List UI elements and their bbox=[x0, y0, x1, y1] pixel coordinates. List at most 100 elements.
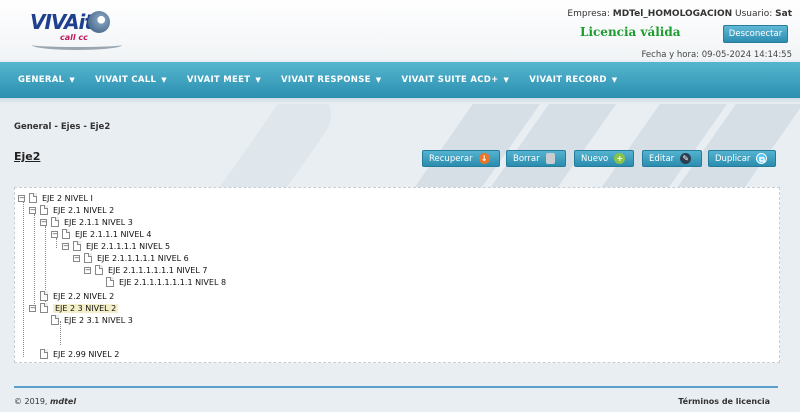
borrar-label: Borrar bbox=[513, 153, 540, 164]
edit-icon: ✎ bbox=[680, 153, 692, 164]
collapse-toggle-icon[interactable]: − bbox=[29, 206, 36, 214]
caret-down-icon: ▼ bbox=[255, 76, 262, 84]
nav-vivait-response[interactable]: VIVAIT RESPONSE ▼ bbox=[271, 75, 391, 85]
document-icon bbox=[29, 193, 37, 203]
nav-vivait-suite-acd[interactable]: VIVAIT SUITE ACD+ ▼ bbox=[391, 75, 519, 85]
collapse-toggle-icon[interactable]: − bbox=[51, 230, 58, 238]
page-title: Eje2 bbox=[14, 150, 41, 163]
caret-down-icon: ▼ bbox=[611, 76, 618, 84]
tree-node-label: EJE 2.1.1.1.1.1.1 NIVEL 7 bbox=[108, 265, 208, 275]
duplicar-button[interactable]: Duplicar ⧉ bbox=[708, 150, 776, 167]
nuevo-label: Nuevo bbox=[581, 153, 609, 164]
collapse-toggle-icon[interactable]: − bbox=[18, 194, 25, 202]
duplicar-label: Duplicar bbox=[715, 153, 751, 164]
borrar-button[interactable]: Borrar bbox=[506, 150, 566, 167]
tree-node-label: EJE 2.2 NIVEL 2 bbox=[53, 291, 115, 301]
tree-connector bbox=[23, 202, 24, 357]
document-icon bbox=[73, 241, 81, 251]
empresa-value: MDTel_HOMOLOGACION bbox=[612, 9, 733, 19]
nav-label: VIVAIT RESPONSE bbox=[281, 75, 371, 85]
company-user-info: Empresa: MDTel_HOMOLOGACION Usuario: Sat bbox=[567, 9, 792, 19]
document-icon bbox=[40, 349, 48, 359]
copyright-brand: mdtel bbox=[50, 397, 77, 406]
datetime-value: 09-05-2024 14:14:55 bbox=[701, 50, 792, 60]
nav-label: VIVAIT RECORD bbox=[529, 75, 607, 85]
tree-panel: − EJE 2 NIVEL I − EJE 2.1 NIVEL 2 − EJE … bbox=[14, 187, 780, 363]
footer-divider bbox=[14, 386, 778, 388]
collapse-toggle-icon[interactable]: − bbox=[40, 218, 47, 226]
editar-label: Editar bbox=[649, 153, 675, 164]
tree-node[interactable]: − EJE 2.1.1.1.1.1 NIVEL 6 bbox=[73, 252, 189, 264]
nuevo-button[interactable]: Nuevo + bbox=[574, 150, 634, 167]
tree-node[interactable]: EJE 2.1.1.1.1.1.1.1 NIVEL 8 bbox=[95, 276, 226, 288]
caret-down-icon: ▼ bbox=[503, 76, 510, 84]
tree-node-label: EJE 2.1.1.1 NIVEL 4 bbox=[75, 229, 152, 239]
logo-swirl-icon bbox=[88, 11, 110, 33]
copyright-prefix: © 2019, bbox=[14, 397, 48, 406]
logo-text: VIVAit bbox=[30, 10, 94, 34]
tree-node[interactable]: − EJE 2.1.1.1.1.1.1 NIVEL 7 bbox=[84, 264, 207, 276]
document-icon bbox=[84, 253, 92, 263]
collapse-toggle-icon[interactable]: − bbox=[62, 242, 69, 250]
recuperar-button[interactable]: Recuperar ↓ bbox=[422, 150, 500, 167]
document-icon bbox=[51, 217, 59, 227]
tree-node[interactable]: EJE 2.2 NIVEL 2 bbox=[29, 290, 114, 302]
copyright: © 2019, mdtel bbox=[14, 397, 76, 406]
collapse-toggle-icon[interactable]: − bbox=[84, 266, 91, 274]
document-icon bbox=[51, 315, 59, 325]
license-terms-link[interactable]: Términos de licencia bbox=[678, 397, 770, 406]
tree-node[interactable]: − EJE 2.1.1 NIVEL 3 bbox=[40, 216, 133, 228]
collapse-toggle-icon[interactable]: − bbox=[29, 304, 36, 312]
tree-node[interactable]: EJE 2 3.1 NIVEL 3 bbox=[40, 314, 133, 326]
nav-label: VIVAIT CALL bbox=[95, 75, 157, 85]
tree-node-label: EJE 2 NIVEL I bbox=[42, 193, 93, 203]
main-nav: GENERAL ▼ VIVAIT CALL ▼ VIVAIT MEET ▼ VIVAI… bbox=[0, 62, 800, 98]
editar-button[interactable]: Editar ✎ bbox=[642, 150, 702, 167]
breadcrumb: General - Ejes - Eje2 bbox=[14, 122, 111, 132]
add-icon: + bbox=[614, 153, 626, 164]
tree-node-selected[interactable]: − EJE 2 3 NIVEL 2 bbox=[29, 302, 119, 314]
duplicate-icon: ⧉ bbox=[756, 153, 768, 164]
tree-node-label: EJE 2 3 NIVEL 2 bbox=[53, 303, 119, 313]
nav-vivait-call[interactable]: VIVAIT CALL ▼ bbox=[85, 75, 177, 85]
empresa-label: Empresa: bbox=[567, 9, 610, 19]
caret-down-icon: ▼ bbox=[375, 76, 382, 84]
disconnect-button[interactable]: Desconectar bbox=[723, 25, 788, 43]
vivait-logo: VIVAit call cc bbox=[30, 6, 130, 50]
tree-node[interactable]: − EJE 2.1.1.1.1 NIVEL 5 bbox=[62, 240, 170, 252]
tree-node-label: EJE 2.1.1.1.1.1.1.1 NIVEL 8 bbox=[119, 277, 227, 287]
document-icon bbox=[62, 229, 70, 239]
nav-vivait-meet[interactable]: VIVAIT MEET ▼ bbox=[177, 75, 271, 85]
restore-icon: ↓ bbox=[478, 153, 490, 164]
document-icon bbox=[40, 205, 48, 215]
caret-down-icon: ▼ bbox=[161, 76, 167, 84]
license-status: Licencia válida bbox=[580, 25, 681, 39]
document-icon bbox=[106, 277, 114, 287]
trash-icon bbox=[545, 153, 555, 164]
tree-node-label: EJE 2.99 NIVEL 2 bbox=[53, 349, 120, 359]
tree-node[interactable]: EJE 2.99 NIVEL 2 bbox=[29, 348, 119, 360]
nav-vivait-record[interactable]: VIVAIT RECORD ▼ bbox=[519, 75, 627, 85]
document-icon bbox=[40, 303, 48, 313]
document-icon bbox=[40, 291, 48, 301]
nav-label: GENERAL bbox=[18, 75, 65, 85]
tree-node-label: EJE 2 3.1 NIVEL 3 bbox=[64, 315, 133, 325]
tree-node-label: EJE 2.1.1.1.1 NIVEL 5 bbox=[86, 241, 171, 251]
nav-general[interactable]: GENERAL ▼ bbox=[8, 75, 85, 85]
tree-node-label: EJE 2.1 NIVEL 2 bbox=[53, 205, 115, 215]
datetime-label: Fecha y hora: bbox=[641, 50, 700, 60]
tree-node-label: EJE 2.1.1.1.1.1 NIVEL 6 bbox=[97, 253, 189, 263]
logo-swoosh bbox=[32, 40, 122, 50]
tree-node[interactable]: − EJE 2 NIVEL I bbox=[18, 192, 93, 204]
recuperar-label: Recuperar bbox=[429, 153, 473, 164]
nav-label: VIVAIT SUITE ACD+ bbox=[401, 75, 499, 85]
tree-node[interactable]: − EJE 2.1.1.1 NIVEL 4 bbox=[51, 228, 152, 240]
tree-node[interactable]: − EJE 2.1 NIVEL 2 bbox=[29, 204, 114, 216]
tree-node-label: EJE 2.1.1 NIVEL 3 bbox=[64, 217, 133, 227]
document-icon bbox=[95, 265, 103, 275]
collapse-toggle-icon[interactable]: − bbox=[73, 254, 80, 262]
usuario-value: Sat bbox=[775, 9, 792, 19]
nav-label: VIVAIT MEET bbox=[186, 75, 251, 85]
caret-down-icon: ▼ bbox=[69, 76, 76, 84]
app-header: VIVAit call cc Empresa: MDTel_HOMOLOGACI… bbox=[0, 0, 800, 60]
